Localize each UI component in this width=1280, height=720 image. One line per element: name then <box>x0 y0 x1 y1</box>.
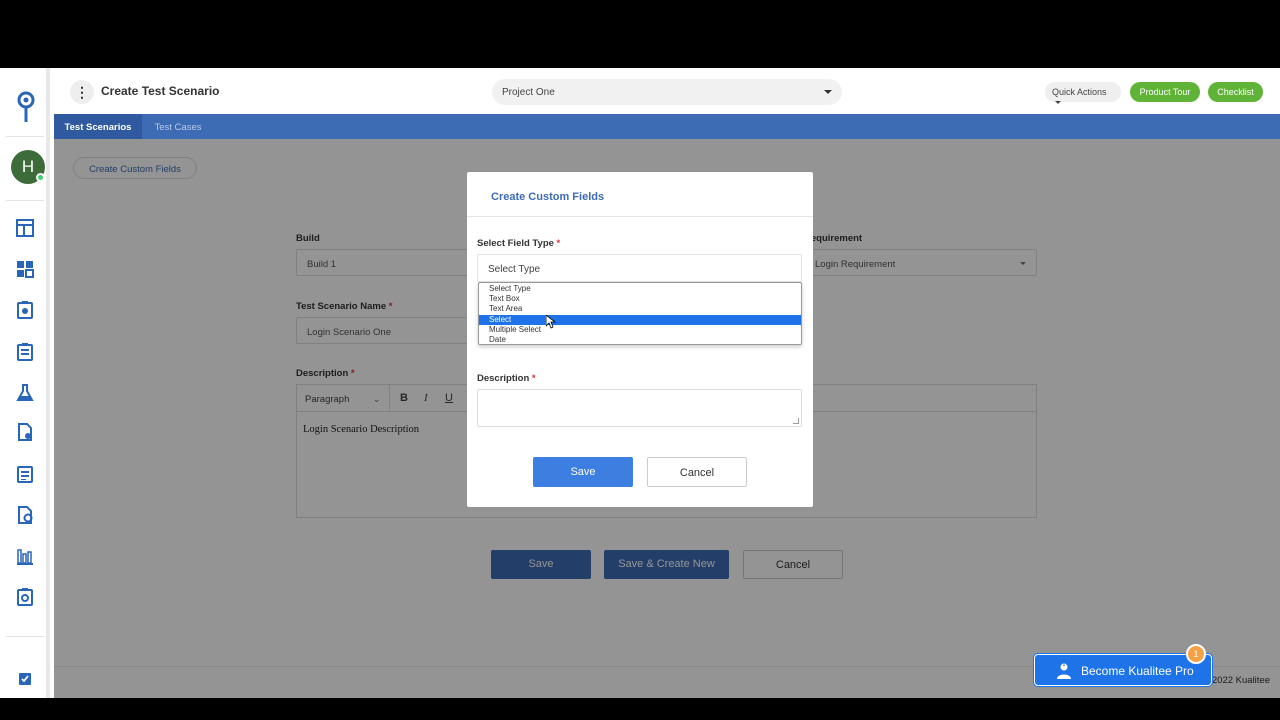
dropdown-option[interactable]: Select Type <box>479 284 801 294</box>
field-type-label-text: Select Field Type <box>477 238 554 249</box>
page-title: Create Test Scenario <box>101 84 220 98</box>
field-type-select[interactable]: Select Type <box>477 254 802 282</box>
kebab-menu-icon[interactable]: ⋮ <box>70 80 94 104</box>
sidebar: H <box>0 68 50 698</box>
checklist-button[interactable]: Checklist <box>1208 82 1263 102</box>
widgets-icon[interactable] <box>16 260 34 278</box>
field-type-dropdown-list: Select Type Text Box Text Area Select Mu… <box>478 282 802 345</box>
become-pro-button[interactable]: Become Kualitee Pro <box>1034 654 1212 686</box>
online-status-dot <box>36 173 45 182</box>
resize-handle-icon[interactable] <box>793 418 799 424</box>
product-tour-button[interactable]: Product Tour <box>1130 82 1200 102</box>
defects-icon[interactable] <box>16 465 34 483</box>
dropdown-option[interactable]: Multiple Select <box>479 325 801 335</box>
field-type-select-value: Select Type <box>488 264 541 275</box>
modal-title: Create Custom Fields <box>491 191 605 203</box>
dashboard-icon[interactable] <box>16 219 34 237</box>
modal-description-label: Description * <box>477 373 536 384</box>
lab-icon[interactable] <box>16 384 34 402</box>
pro-user-icon <box>1055 662 1073 680</box>
required-marker: * <box>556 238 561 249</box>
logo-icon[interactable] <box>14 90 38 126</box>
required-marker: * <box>531 373 536 384</box>
test-execution-icon[interactable] <box>16 423 34 441</box>
avatar-initial: H <box>21 157 35 176</box>
reports-icon[interactable] <box>16 506 34 524</box>
sidebar-divider <box>6 200 44 201</box>
checklist-icon[interactable] <box>16 670 34 688</box>
top-bar: ⋮ Create Test Scenario Project One Quick… <box>54 68 1280 114</box>
modal-divider <box>467 216 813 217</box>
analytics-icon[interactable] <box>16 547 34 565</box>
dropdown-option[interactable]: Text Box <box>479 294 801 304</box>
caret-down-icon <box>1055 101 1061 105</box>
mouse-cursor-icon <box>545 314 557 329</box>
app-window: H ⋮ Create Test Scenario Project One Qui… <box>0 68 1280 698</box>
modal-cancel-button[interactable]: Cancel <box>647 457 747 487</box>
dropdown-option-selected[interactable]: Select <box>479 314 801 325</box>
become-pro-label: Become Kualitee Pro <box>1081 664 1194 678</box>
tab-test-scenarios[interactable]: Test Scenarios <box>54 114 142 139</box>
modal-description-textarea[interactable] <box>477 389 802 427</box>
chevron-down-icon <box>824 90 832 94</box>
dropdown-option[interactable]: Date <box>479 335 801 345</box>
modal-description-label-text: Description <box>477 373 530 384</box>
field-type-label: Select Field Type * <box>477 238 560 249</box>
test-scenario-icon[interactable] <box>16 301 34 319</box>
project-select[interactable]: Project One <box>492 79 842 105</box>
avatar[interactable]: H <box>11 150 45 184</box>
notification-badge: 1 <box>1186 644 1206 664</box>
project-select-value: Project One <box>502 87 555 98</box>
dropdown-option[interactable]: Text Area <box>479 304 801 314</box>
test-case-icon[interactable] <box>16 343 34 361</box>
quick-actions-button[interactable]: Quick Actions <box>1045 82 1121 105</box>
modal-save-button[interactable]: Save <box>533 457 633 487</box>
tabs-bar: Test Scenarios Test Cases <box>54 114 1280 139</box>
sidebar-divider <box>6 136 44 137</box>
sidebar-divider <box>6 636 44 637</box>
quick-actions-label: Quick Actions <box>1052 87 1107 97</box>
settings-icon[interactable] <box>16 588 34 606</box>
tab-test-cases[interactable]: Test Cases <box>142 114 214 139</box>
